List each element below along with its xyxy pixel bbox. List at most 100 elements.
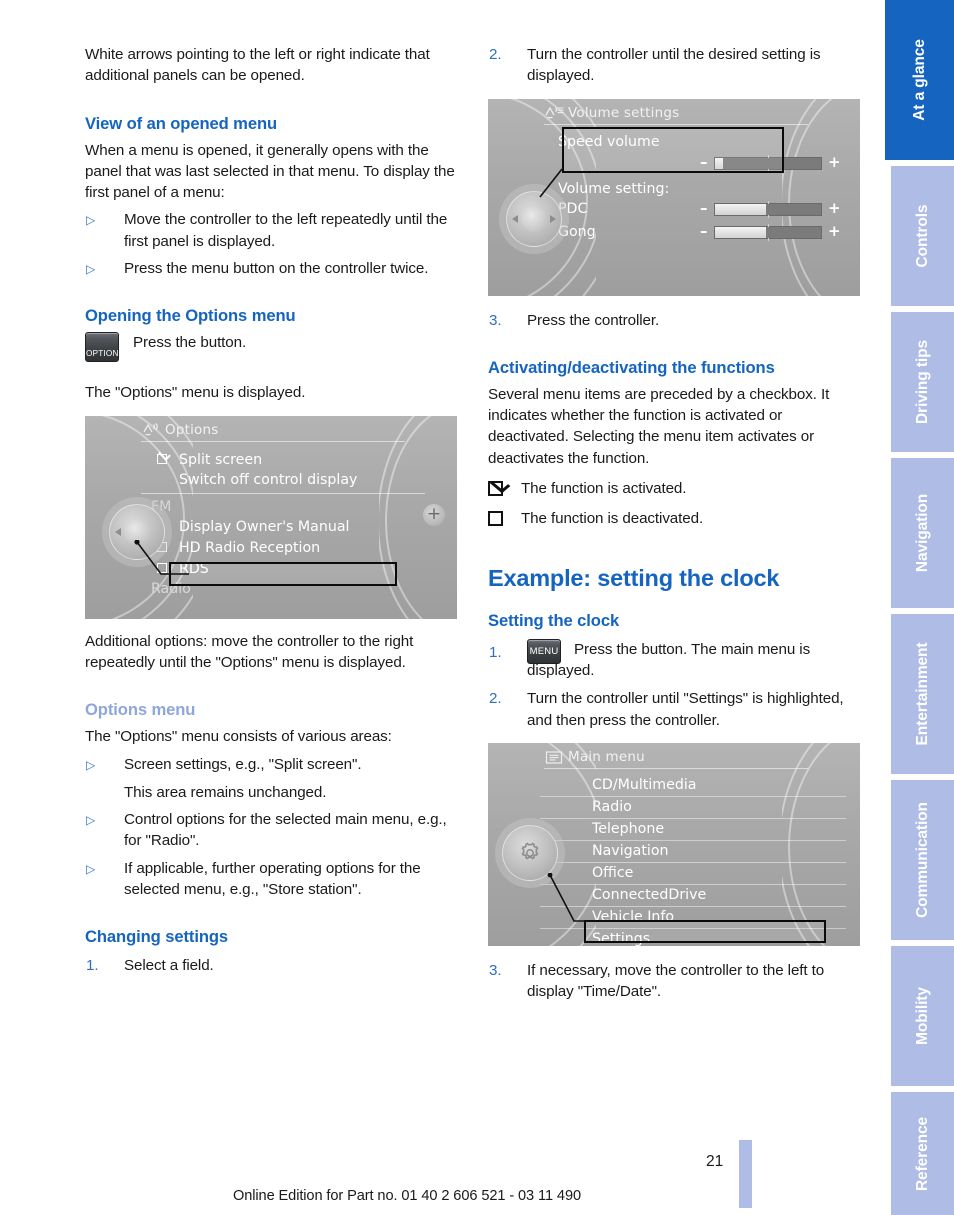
list-item: ▷ Press the menu button on the controlle… [85, 258, 457, 279]
legend-deactivated: The function is deactivated. [488, 508, 860, 529]
list-item: 3. Press the controller. [488, 310, 860, 331]
plus-badge-icon: + [423, 503, 445, 526]
options-menu-intro: The "Options" menu consists of various a… [85, 728, 392, 746]
signal-antenna-list-icon [545, 106, 564, 118]
step-number: 3. [489, 961, 502, 979]
sidebar-tab-reference[interactable]: Reference [891, 1092, 954, 1215]
heading-view-of-opened-menu: View of an opened menu [85, 113, 278, 133]
menu-hardware-button[interactable]: MENU [527, 638, 561, 664]
sidebar-tab-driving-tips[interactable]: Driving tips [891, 312, 954, 452]
list-item-label: Screen settings, e.g., "Split screen". [124, 755, 362, 773]
controller-knob[interactable] [502, 824, 558, 881]
volume-row-speed-volume-label[interactable]: Speed volume [548, 131, 834, 153]
legend-deactivated-label: The function is deactivated. [521, 510, 704, 528]
main-menu-item-telephone[interactable]: Telephone [540, 819, 846, 841]
slider-tick-top [768, 201, 769, 205]
step-number: 2. [489, 46, 502, 63]
knob-left-arrow-icon [115, 527, 121, 536]
options-row-rds[interactable]: RDS [141, 559, 425, 580]
intro-paragraph: White arrows pointing to the left or rig… [85, 46, 430, 85]
clock-step-1: 1. MENU Press the button. The main menu … [488, 638, 860, 682]
view-paragraph: When a menu is opened, it generally open… [85, 141, 455, 202]
sidebar-tab-entertainment[interactable]: Entertainment [891, 614, 954, 774]
panel-title: Options [165, 421, 219, 438]
options-display-panel: Options Split screen Switch off control … [85, 415, 457, 619]
volume-row-speed-volume-slider[interactable]: – + [548, 152, 841, 175]
volume-steps-bottom: 3. Press the controller. [488, 310, 860, 331]
main-menu-item-connecteddrive[interactable]: ConnectedDrive [540, 885, 846, 907]
list-item-label: Press the menu button on the controller … [124, 260, 429, 278]
clock-steps: 2. Turn the controller until "Settings" … [488, 688, 860, 731]
main-menu-item-settings[interactable]: Settings [540, 929, 846, 946]
options-row-display-owners-manual[interactable]: Display Owner's Manual [141, 517, 425, 538]
heading-options-menu: Options menu [85, 700, 196, 720]
plus-icon[interactable]: + [828, 152, 841, 173]
volume-section-label: Volume setting: [548, 179, 834, 200]
sidebar-tab-navigation[interactable]: Navigation [891, 458, 954, 608]
volume-row-gong[interactable]: Gong – + [548, 221, 841, 245]
options-row-split-screen[interactable]: Split screen [141, 450, 425, 471]
main-menu-item-vehicle-info[interactable]: Vehicle Info [540, 907, 846, 929]
volume-steps-top: 2. Turn the controller until the desired… [488, 44, 860, 87]
options-menu-bullet-list: ▷ Screen settings, e.g., "Split screen". [85, 754, 457, 775]
gear-icon [521, 842, 539, 860]
list-item: 3. If necessary, move the controller to … [488, 960, 860, 1003]
options-row-hd-radio-reception[interactable]: HD Radio Reception [141, 538, 425, 559]
slider-track[interactable] [714, 224, 822, 242]
option-hardware-button[interactable]: OPTION [85, 332, 119, 363]
sidebar-tab-label: Entertainment [913, 642, 931, 746]
step-number: 1. [489, 643, 502, 661]
sidebar-tab-controls[interactable]: Controls [891, 166, 954, 306]
signal-antenna-icon [143, 422, 158, 435]
row-label: Radio [151, 581, 191, 598]
list-item: ▷ If applicable, further operating optio… [85, 858, 457, 901]
triangle-bullet-icon: ▷ [86, 262, 96, 277]
heading-activating-deactivating: Activating/deactivating the functions [488, 357, 775, 377]
slider-tick-bottom [768, 238, 769, 242]
panel-title: Volume settings [568, 104, 680, 121]
item-label: Navigation [592, 842, 669, 859]
panel-title-bar: Volume settings [544, 105, 808, 125]
list-item-label: Select a field. [124, 957, 214, 975]
list-item: 2. Turn the controller until "Settings" … [488, 688, 860, 731]
sidebar-tab-at-a-glance[interactable]: At a glance [885, 0, 954, 160]
minus-icon[interactable]: – [700, 198, 708, 219]
row-label: HD Radio Reception [179, 540, 321, 557]
minus-icon[interactable]: – [700, 221, 708, 242]
row-label: Switch off control display [179, 472, 358, 489]
sidebar-tab-mobility[interactable]: Mobility [891, 946, 954, 1086]
slider-fill [715, 157, 724, 169]
main-menu-item-office[interactable]: Office [540, 863, 846, 885]
list-item-label: Press the controller. [527, 311, 660, 329]
sidebar-tab-communication[interactable]: Communication [891, 780, 954, 940]
triangle-bullet-icon: ▷ [86, 861, 96, 876]
sidebar-tab-label: Navigation [913, 493, 931, 573]
main-menu-item-radio[interactable]: Radio [540, 797, 846, 819]
options-row-fm: FM [141, 497, 425, 518]
list-item-label: Control options for the selected main me… [124, 811, 447, 850]
panel-title-bar: Main menu [544, 749, 808, 769]
triangle-bullet-icon: ▷ [86, 213, 96, 228]
options-menu-bullet-list-2: ▷ Control options for the selected main … [85, 809, 457, 900]
list-item: ▷ Screen settings, e.g., "Split screen". [85, 754, 457, 775]
clock-step-1-line2: displayed. [527, 661, 595, 679]
volume-row-pdc[interactable]: PDC – + [548, 198, 841, 222]
controller-knob[interactable] [109, 503, 165, 560]
options-row-switch-off-display[interactable]: Switch off control display [141, 470, 425, 494]
knob-center [521, 205, 547, 232]
knob-left-arrow-icon [512, 214, 518, 223]
slider-fill [715, 204, 766, 216]
main-menu-item-navigation[interactable]: Navigation [540, 841, 846, 863]
plus-icon[interactable]: + [828, 198, 841, 219]
plus-icon[interactable]: + [828, 221, 841, 242]
main-menu-item-cd-multimedia[interactable]: CD/Multimedia [540, 775, 846, 797]
list-lines-icon [545, 751, 563, 764]
minus-icon[interactable]: – [700, 152, 708, 173]
slider-tick-top [768, 154, 769, 158]
row-label: Gong [558, 224, 596, 241]
item-label: CD/Multimedia [592, 776, 697, 793]
slider-track[interactable] [714, 154, 822, 172]
controller-knob[interactable] [506, 190, 562, 247]
row-label: Split screen [179, 451, 263, 468]
slider-track[interactable] [714, 201, 822, 219]
